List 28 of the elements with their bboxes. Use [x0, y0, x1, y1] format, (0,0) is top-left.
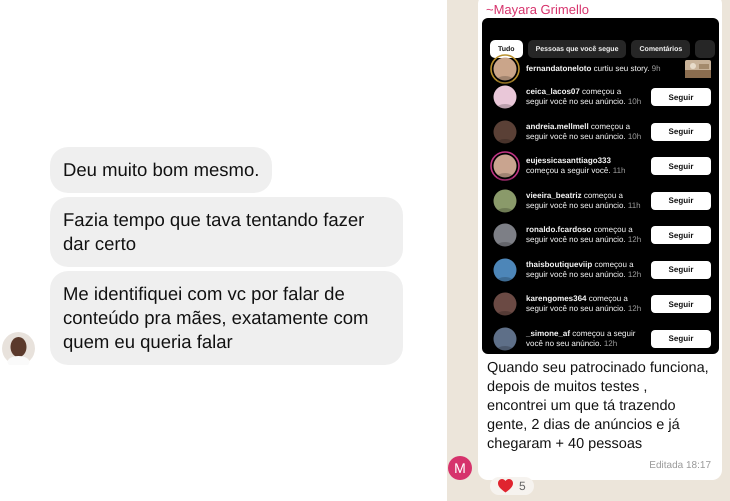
- notification-text: ronaldo.fcardoso começou a seguir você no seu anúncio. 12h: [526, 225, 642, 246]
- avatar[interactable]: [490, 54, 520, 84]
- follow-button[interactable]: Seguir: [651, 157, 711, 176]
- notification-text: andreia.mellmell começou a seguir você no seu anúncio. 10h: [526, 122, 642, 142]
- notification-text: fernandatoneloto curtiu seu story. 9h: [526, 64, 662, 74]
- reaction-count: 5: [519, 479, 526, 493]
- avatar: M: [448, 456, 472, 480]
- follow-button[interactable]: Seguir: [651, 88, 711, 106]
- notification-text: thaisboutiqueviip começou a seguir você no seu anúncio. 12h: [526, 260, 642, 280]
- heart-icon[interactable]: [498, 479, 513, 493]
- notification-text: karengomes364 começou a seguir você no seu anúncio. 12h: [526, 294, 642, 314]
- follow-button[interactable]: Seguir: [651, 260, 711, 279]
- message-bubble: Deu muito bom mesmo.: [50, 147, 272, 193]
- avatar[interactable]: [490, 151, 520, 182]
- message-bubble: Me identifiquei com vc por falar de conteúdo pra mães, exatamente com quem eu queria falar: [50, 271, 403, 365]
- message-text: Quando seu patrocinado funciona, depois de muitos testes , encontrei um que tá trazendo gente, 2 dias de anúncios e já chegaram + 40 pessoas: [486, 359, 710, 454]
- notification-text: _simone_af começou a seguir você no seu anúncio. 12h: [526, 328, 636, 349]
- sender-name[interactable]: ~Mayara Grimello: [482, 2, 719, 18]
- message-bubble: Fazia tempo que tava tentando fazer dar certo: [50, 197, 403, 267]
- follow-button[interactable]: Seguir: [651, 226, 711, 244]
- notification-text: eujessicasanttiago333 começou a seguir você. 11h: [526, 156, 626, 176]
- follow-button[interactable]: Seguir: [651, 122, 711, 141]
- message-status: Editada 18:17: [649, 460, 711, 471]
- follow-button[interactable]: Seguir: [651, 295, 711, 314]
- follow-button[interactable]: Seguir: [651, 330, 711, 348]
- notification-text: vieeira_beatriz começou a seguir você no seu anúncio. 11h: [526, 190, 642, 211]
- follow-button[interactable]: Seguir: [651, 192, 711, 210]
- notification-text: ceica_lacos07 começou a seguir você no seu anúncio. 10h: [526, 87, 642, 108]
